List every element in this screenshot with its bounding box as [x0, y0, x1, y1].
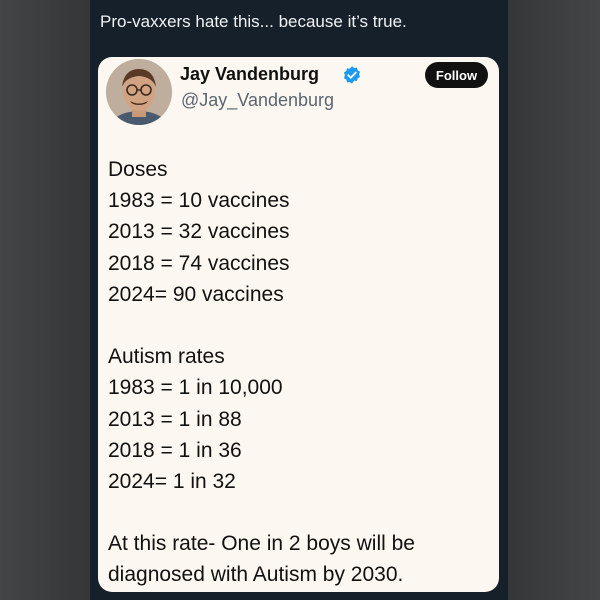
doses-line: 1983 = 10 vaccines [108, 189, 290, 213]
avatar-portrait-image [106, 59, 172, 125]
autism-line: 2013 = 1 in 88 [108, 407, 242, 431]
autism-line: 2018 = 1 in 36 [108, 438, 242, 462]
doses-line: 2024= 90 vaccines [108, 282, 284, 306]
doses-line: 2018 = 74 vaccines [108, 251, 290, 275]
verified-badge-icon [343, 66, 361, 84]
autism-line: 1983 = 1 in 10,000 [108, 376, 283, 400]
author-name[interactable]: Jay Vandenburg [180, 64, 319, 85]
doses-heading: Doses [108, 158, 168, 181]
follow-button[interactable]: Follow [425, 62, 488, 88]
background-right [508, 0, 600, 600]
autism-line: 2024= 1 in 32 [108, 469, 236, 493]
conclusion-line: At this rate- One in 2 boys will be [108, 532, 415, 556]
conclusion-line: diagnosed with Autism by 2030. [108, 563, 404, 587]
autism-heading: Autism rates [108, 345, 225, 369]
avatar[interactable] [106, 59, 172, 125]
background-left [0, 0, 90, 600]
author-handle[interactable]: @Jay_Vandenburg [181, 90, 334, 111]
post-caption: Pro-vaxxers hate this... because it’s tr… [100, 12, 407, 31]
quoted-tweet-card[interactable]: Jay Vandenburg @Jay_Vandenburg Follow Do… [98, 57, 499, 592]
tweet-text: Doses 1983 = 10 vaccines 2013 = 32 vacci… [108, 154, 493, 591]
doses-line: 2013 = 32 vaccines [108, 220, 290, 244]
